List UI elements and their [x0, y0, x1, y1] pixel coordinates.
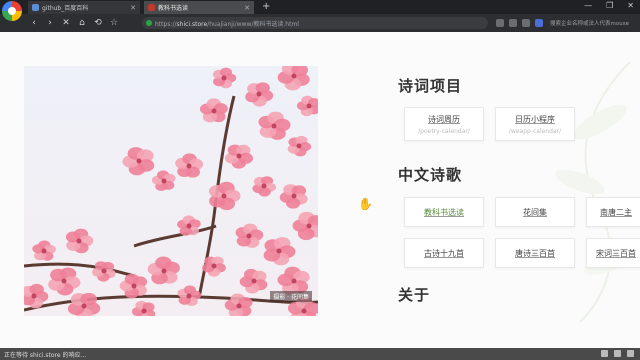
bookmark-star-icon[interactable]: ☆: [106, 18, 122, 28]
card-title[interactable]: 日历小程序: [515, 114, 555, 125]
blossom-flower: [48, 267, 81, 296]
blossom-flower: [292, 211, 318, 241]
status-bar: 正在等待 shici.store 的响应...: [0, 348, 640, 360]
browser-toolbar: ‹ › ✕ ⌂ ⟲ ☆ https://shici.store/huajianj…: [0, 14, 640, 32]
card-title[interactable]: 南唐二主: [600, 207, 632, 218]
blossom-flower: [279, 184, 308, 209]
cherry-blossom-illustration: [24, 66, 318, 316]
background-leaf-decoration: [555, 62, 637, 322]
reader-icon[interactable]: [496, 19, 504, 27]
card-weapp-calendar[interactable]: 日历小程序 /weapp-calendar/: [495, 107, 575, 141]
status-text: 正在等待 shici.store 的响应...: [4, 351, 87, 359]
card-title[interactable]: 唐诗三百首: [515, 248, 555, 259]
card-textbook-reading[interactable]: 教科书选读: [404, 197, 484, 227]
blossom-flower: [277, 66, 310, 91]
extension-icon[interactable]: [535, 19, 543, 27]
close-icon[interactable]: ✕: [244, 4, 250, 12]
blossom-flower: [296, 95, 318, 117]
address-bar[interactable]: https://shici.store/huajianji/www/教科书选读.…: [142, 17, 488, 29]
history-icon[interactable]: [522, 19, 530, 27]
url-host: shici.store: [176, 20, 208, 28]
tray-icon[interactable]: [614, 350, 621, 357]
browser-tab-bar: github_百度百科 ✕ 教科书选读 ✕ + — ❐ ✕: [0, 0, 640, 21]
url-prefix: https://: [155, 20, 177, 28]
blossom-flower: [65, 228, 94, 254]
tray-icon[interactable]: [601, 350, 608, 357]
share-icon[interactable]: [509, 19, 517, 27]
card-tangshi-sanbaishou[interactable]: 唐诗三百首: [495, 238, 575, 268]
blossom-flower: [67, 292, 101, 316]
blossom-flower: [131, 300, 156, 316]
card-nantang-erzhu[interactable]: 南唐二主: [586, 197, 640, 227]
card-title[interactable]: 教科书选读: [424, 207, 464, 218]
mouse-cursor-icon: ✋: [358, 197, 373, 211]
home-button[interactable]: ⌂: [74, 18, 90, 28]
close-window-button[interactable]: ✕: [627, 1, 634, 10]
blossom-flower: [225, 144, 253, 169]
tab-github-baike[interactable]: github_百度百科 ✕: [28, 1, 140, 14]
card-title[interactable]: 古诗十九首: [424, 248, 464, 259]
blossom-flower: [208, 181, 241, 211]
blossom-flower: [287, 135, 312, 157]
blossom-flower: [258, 111, 291, 140]
card-songci-sanbaishou[interactable]: 宋词三百首: [586, 238, 640, 268]
section-title-chinese-poetry: 中文诗歌: [398, 166, 463, 184]
stop-button[interactable]: ✕: [58, 18, 74, 28]
card-subtitle: /weapp-calendar/: [508, 127, 562, 135]
blossom-flower: [151, 170, 176, 191]
favicon-icon: [32, 4, 39, 11]
web-page: 摄影 · 花间集 ✋ 诗词项目 诗词周历 /poetry-calendar/ 日…: [0, 32, 640, 348]
new-tab-button[interactable]: +: [262, 1, 270, 13]
blossom-flower: [245, 82, 274, 107]
card-poetry-calendar[interactable]: 诗词周历 /poetry-calendar/: [404, 107, 484, 141]
blossom-flower: [92, 261, 116, 282]
card-title[interactable]: 宋词三百首: [596, 248, 636, 259]
undo-button[interactable]: ⟲: [90, 18, 106, 28]
tab-label: 教科书选读: [158, 5, 189, 12]
window-controls: — ❐ ✕: [584, 1, 634, 10]
blossom-flower: [32, 240, 56, 261]
forward-button[interactable]: ›: [42, 18, 58, 28]
blossom-flower: [235, 223, 264, 248]
blossom-flower: [199, 98, 228, 123]
minimize-button[interactable]: —: [584, 1, 592, 10]
back-button[interactable]: ‹: [26, 18, 42, 28]
system-tray: [601, 350, 634, 357]
tray-icon[interactable]: [627, 350, 634, 357]
cherry-blossom-photo: 摄影 · 花间集: [24, 66, 318, 316]
card-huajianji[interactable]: 花间集: [495, 197, 575, 227]
blossom-flower: [177, 285, 202, 306]
secure-lock-icon: [146, 20, 152, 26]
tab-textbook-reading[interactable]: 教科书选读 ✕: [144, 1, 254, 14]
card-title[interactable]: 诗词周历: [428, 114, 460, 125]
tab-label: github_百度百科: [42, 5, 89, 12]
blossom-flower: [119, 273, 148, 299]
card-gushi-shijiushou[interactable]: 古诗十九首: [404, 238, 484, 268]
section-title-poetry-project: 诗词项目: [398, 77, 463, 95]
maximize-button[interactable]: ❐: [606, 1, 613, 10]
close-icon[interactable]: ✕: [130, 4, 136, 12]
blossom-flower: [177, 215, 201, 236]
blossom-flower: [122, 147, 155, 176]
photo-caption: 摄影 · 花间集: [270, 291, 312, 302]
browser-logo-icon[interactable]: [2, 1, 22, 21]
card-subtitle: /poetry-calendar/: [418, 127, 470, 135]
blossom-flower: [239, 268, 268, 294]
favicon-icon: [148, 4, 155, 11]
url-path: /huajianji/www/教科书选读.html: [207, 20, 299, 28]
extension-search-box[interactable]: 搜索企业名称或法人代表mouse: [550, 19, 638, 27]
blossom-flower: [213, 67, 237, 89]
blossom-flower: [263, 237, 296, 266]
section-title-about[interactable]: 关于: [398, 284, 430, 305]
url-text: https://shici.store/huajianji/www/教科书选读.…: [155, 19, 299, 28]
blossom-flower: [175, 153, 204, 178]
blossom-flower: [147, 256, 180, 285]
card-title[interactable]: 花间集: [523, 207, 547, 218]
blossom-flower: [252, 176, 276, 197]
blossom-flower: [202, 256, 226, 277]
toolbar-icons: [496, 19, 543, 27]
